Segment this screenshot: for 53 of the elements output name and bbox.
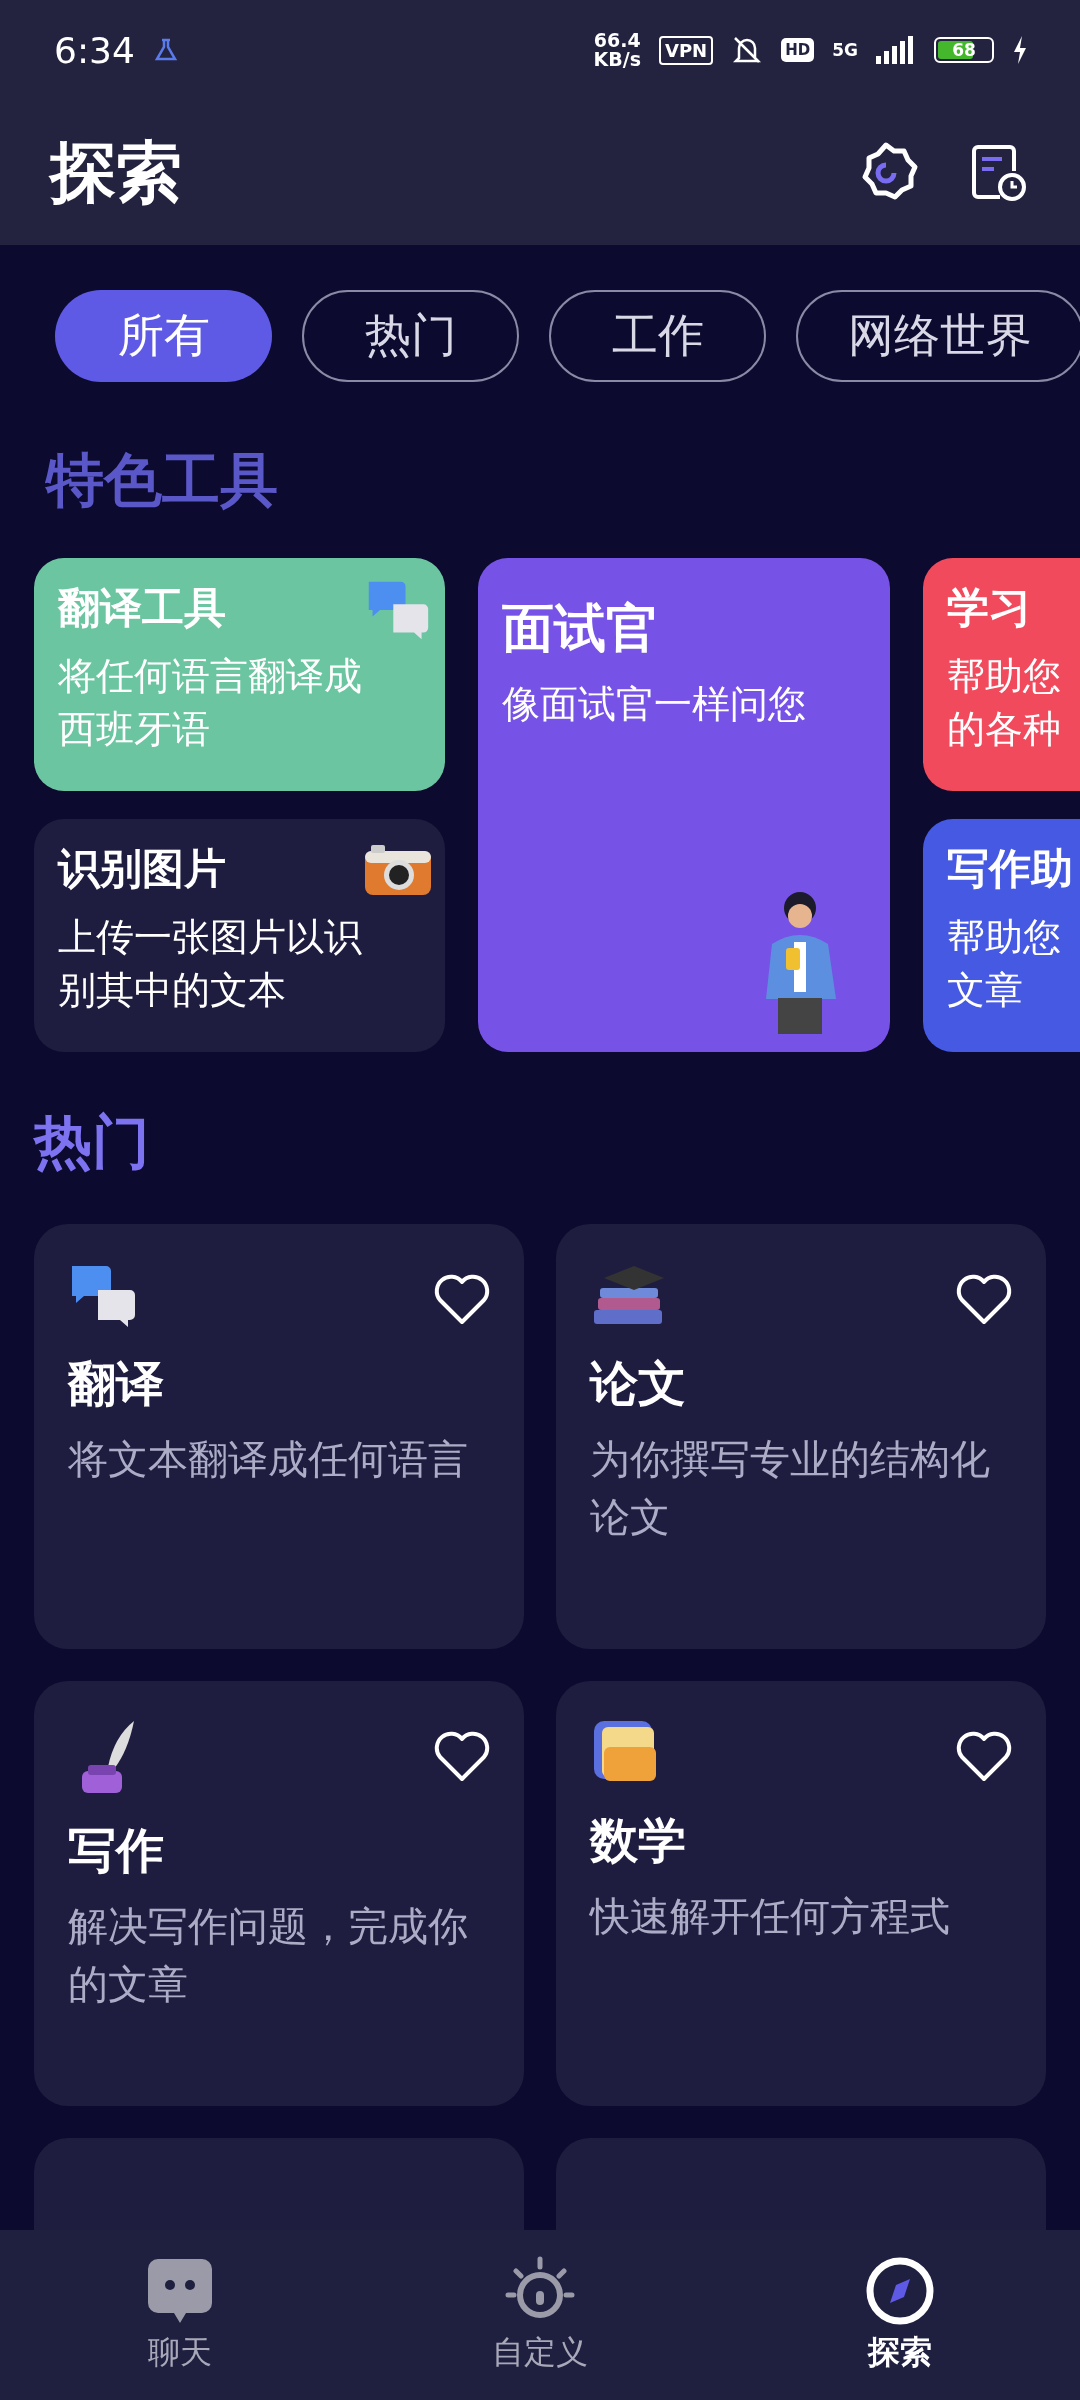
nav-tab[interactable]: 聊天: [0, 2230, 360, 2400]
tool-card[interactable]: 识别图片 上传一张图片以识别其中的文本: [34, 819, 445, 1052]
status-time: 6:34: [54, 29, 135, 71]
card-title: 面试官: [502, 597, 658, 660]
charging-icon: [1012, 36, 1028, 64]
card-title: 写作助: [947, 843, 1073, 895]
category-chip[interactable]: 工作: [549, 290, 766, 382]
card-description: 像面试官一样问您: [502, 681, 807, 728]
card-description: 帮助您: [947, 914, 1062, 961]
tool-card[interactable]: 学习 帮助您 的各种: [923, 558, 1080, 791]
card-description: 帮助您: [947, 653, 1062, 700]
camera-icon: [363, 843, 433, 897]
heart-icon[interactable]: [954, 1729, 1014, 1783]
card-title: 学习: [947, 582, 1031, 634]
nav-tab[interactable]: 自定义: [360, 2230, 720, 2400]
network-type: 5G: [832, 40, 858, 60]
heart-icon[interactable]: [432, 1729, 492, 1783]
heart-icon[interactable]: [954, 1272, 1014, 1326]
nav-tab[interactable]: 探索: [720, 2230, 1080, 2400]
heart-icon[interactable]: [432, 1272, 492, 1326]
network-speed: 66.4 KB/s: [593, 31, 641, 69]
category-chip[interactable]: 所有: [55, 290, 272, 382]
feature-card[interactable]: 写作 解决写作问题，完成你的文章: [34, 1681, 524, 2106]
card-title: 写作: [68, 1821, 165, 1880]
card-title: 翻译: [68, 1354, 165, 1413]
section-title: 热门: [32, 1107, 151, 1178]
page-title: 探索: [50, 132, 183, 213]
history-icon[interactable]: [970, 142, 1028, 203]
category-chip[interactable]: 网络世界: [796, 290, 1080, 382]
category-chip[interactable]: 热门: [302, 290, 519, 382]
flask-icon: [152, 37, 179, 63]
card-description: 文章: [947, 967, 1024, 1015]
tool-card[interactable]: 写作助 帮助您 文章: [923, 819, 1080, 1052]
feature-card[interactable]: 翻译 将文本翻译成任何语言: [34, 1224, 524, 1649]
compass-icon: [864, 2255, 936, 2327]
card-description: 上传一张图片以识别其中的文本: [58, 914, 363, 1015]
card-description: 为你撰写专业的结构化论文: [590, 1435, 991, 1542]
hd-indicator: HD: [781, 38, 815, 62]
card-title: 数学: [590, 1811, 687, 1870]
card-description: 快速解开任何方程式: [590, 1892, 951, 1941]
card-title: 识别图片: [58, 843, 226, 895]
signal-icon: [876, 36, 916, 64]
section-title: 特色工具: [44, 445, 279, 516]
feature-card[interactable]: 数学 快速解开任何方程式: [556, 1681, 1046, 2106]
card-description: 的各种: [947, 706, 1062, 754]
card-description: 将任何语言翻译成西班牙语: [58, 653, 363, 754]
card-description: 解决写作问题，完成你的文章: [68, 1902, 469, 2009]
card-title: 论文: [590, 1354, 687, 1413]
tool-card[interactable]: 面试官 像面试官一样问您: [478, 558, 890, 1052]
card-description: 将文本翻译成任何语言: [68, 1435, 469, 1484]
vpn-indicator: VPN: [659, 35, 714, 65]
card-title: 翻译工具: [58, 582, 226, 634]
feature-card[interactable]: 论文 为你撰写专业的结构化论文: [556, 1224, 1046, 1649]
